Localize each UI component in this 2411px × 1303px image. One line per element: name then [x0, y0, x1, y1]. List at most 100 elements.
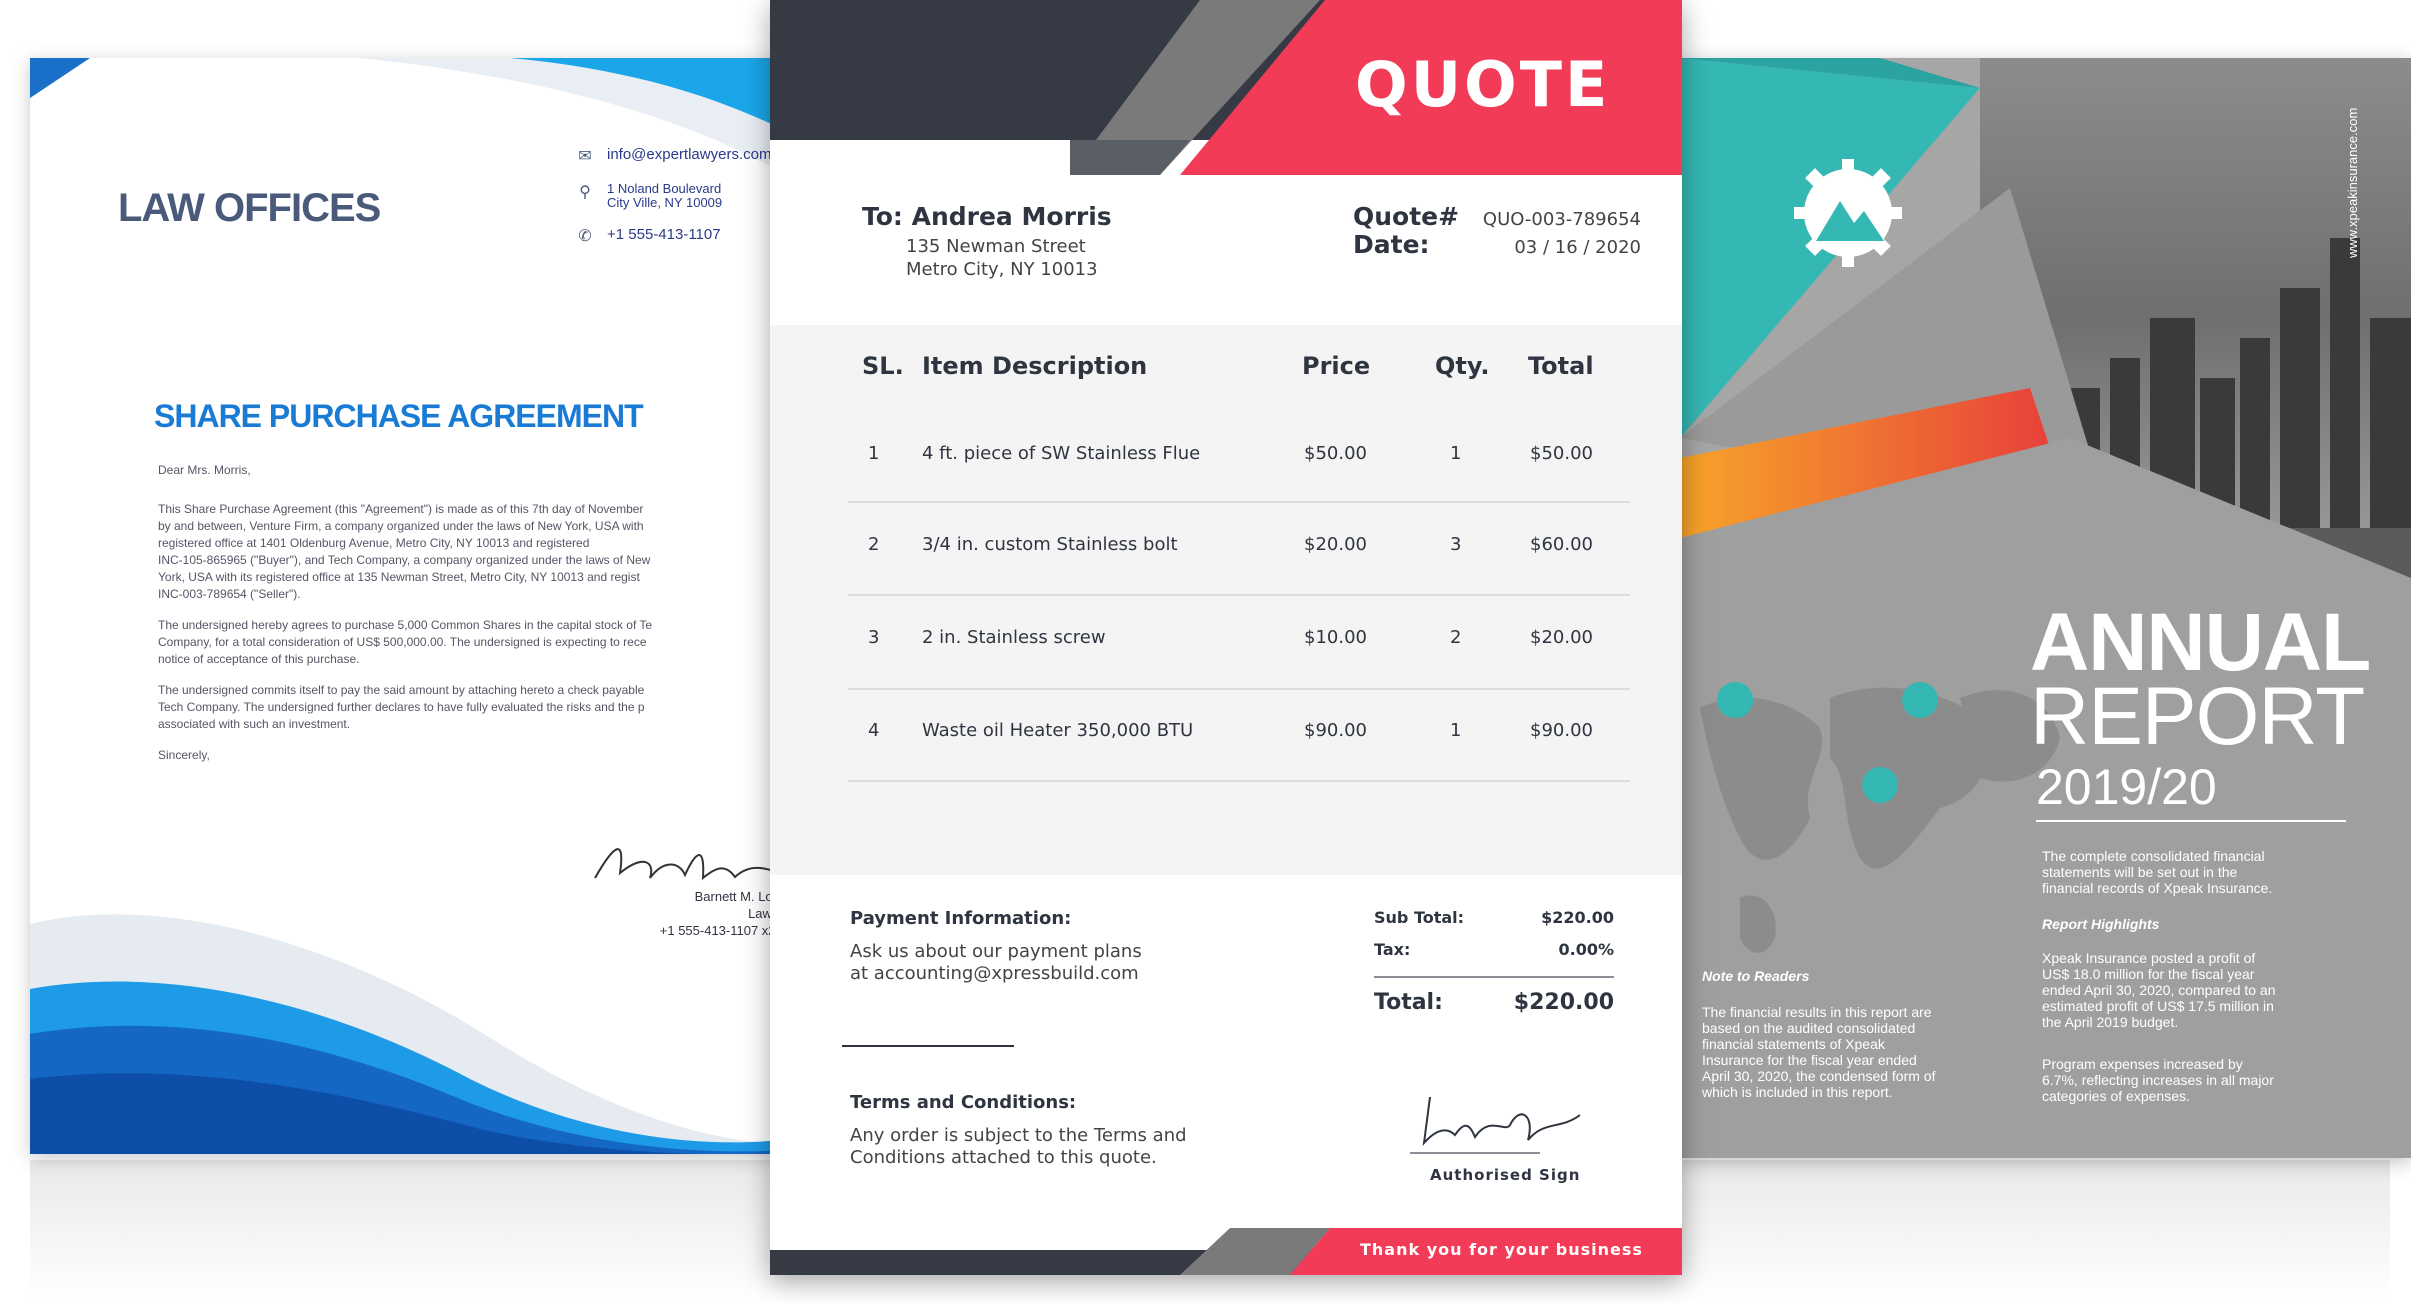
header-price: Price — [1302, 352, 1371, 380]
law-phone: +1 555-413-1107 — [607, 226, 721, 243]
paragraph-2-line: The undersigned hereby agrees to purchas… — [158, 618, 653, 632]
row-divider — [848, 501, 1630, 503]
paragraph-2-line: Company, for a total consideration of US… — [158, 635, 647, 649]
section-divider — [842, 1045, 1014, 1047]
paragraph-2-line: notice of acceptance of this purchase. — [158, 652, 360, 666]
terms-block: Terms and Conditions: Any order is subje… — [850, 1092, 1187, 1169]
closing: Sincerely, — [158, 748, 210, 762]
subtotal-value: $220.00 — [1541, 908, 1614, 927]
total-value: $220.00 — [1513, 990, 1614, 1015]
row-description: Waste oil Heater 350,000 BTU — [922, 720, 1194, 741]
readers-heading: Note to Readers — [1702, 968, 1810, 984]
paragraph-1-line: INC-003-789654 ("Seller"). — [158, 587, 301, 601]
payment-email: at accounting@xpressbuild.com — [850, 963, 1139, 984]
highlight-2: Program expenses increased by 6.7%, refl… — [2042, 1056, 2274, 1104]
row-qty: 1 — [1450, 720, 1462, 741]
law-email: info@expertlawyers.com — [607, 146, 772, 163]
letter-body: Dear Mrs. Morris, This Share Purchase Ag… — [158, 462, 790, 778]
envelope-icon: ✉ — [578, 148, 592, 165]
footer-thanks: Thank you for your business — [1360, 1240, 1643, 1259]
intro-line: statements will be set out in the — [2042, 864, 2238, 880]
table-row: 4 Waste oil Heater 350,000 BTU $90.00 1 … — [770, 720, 1682, 750]
highlight-line: US$ 18.0 million for the fiscal year — [2042, 966, 2255, 982]
row-description: 4 ft. piece of SW Stainless Flue — [922, 443, 1201, 464]
paragraph-3: The undersigned commits itself to pay th… — [158, 682, 790, 733]
quote-number-label: Quote# — [1353, 202, 1460, 231]
row-divider — [848, 688, 1630, 690]
paragraph-3-line: associated with such an investment. — [158, 717, 351, 731]
authorised-sign-label: Authorised Sign — [1430, 1166, 1581, 1184]
date-label: Date: — [1353, 230, 1430, 259]
row-price: $20.00 — [1304, 534, 1367, 555]
table-row: 1 4 ft. piece of SW Stainless Flue $50.0… — [770, 443, 1682, 473]
highlight-line: categories of expenses. — [2042, 1088, 2190, 1104]
highlight-1: Xpeak Insurance posted a profit of US$ 1… — [2042, 950, 2276, 1030]
terms-line: Conditions attached to this quote. — [850, 1147, 1157, 1168]
header-description: Item Description — [922, 352, 1148, 380]
table-row: 2 3/4 in. custom Stainless bolt $20.00 3… — [770, 534, 1682, 564]
row-sl: 2 — [868, 534, 880, 555]
readers-line: The financial results in this report are — [1702, 1004, 1932, 1020]
signer-phone: +1 555-413-1107 x207 — [659, 923, 790, 938]
gear-mountain-icon — [1794, 159, 1902, 267]
tax-value: 0.00% — [1558, 940, 1614, 959]
readers-line: which is included in this report. — [1702, 1084, 1893, 1100]
header-total: Total — [1528, 352, 1594, 380]
subtotal-label: Sub Total: — [1374, 908, 1465, 927]
law-address-line1: 1 Noland Boulevard — [607, 181, 722, 196]
signer-name: Barnett M. Louie — [694, 889, 790, 904]
terms-line: Any order is subject to the Terms and — [850, 1125, 1187, 1146]
title-rule — [2036, 820, 2346, 822]
header-qty: Qty. — [1435, 352, 1490, 380]
payment-info: Payment Information: Ask us about our pa… — [850, 908, 1142, 985]
paragraph-1-line: INC-105-865965 ("Buyer"), and Tech Compa… — [158, 553, 651, 567]
highlight-line: 6.7%, reflecting increases in all major — [2042, 1072, 2274, 1088]
annual-url: www.xpeakinsurance.com — [2345, 107, 2360, 258]
highlight-line: ended April 30, 2020, compared to an — [2042, 982, 2276, 998]
authorised-signature — [1422, 1096, 1581, 1147]
row-total: $50.00 — [1530, 443, 1593, 464]
paragraph-3-line: Tech Company. The undersigned further de… — [158, 700, 645, 714]
highlights-heading: Report Highlights — [2042, 916, 2160, 932]
quote-title: QUOTE — [1355, 48, 1611, 121]
row-sl: 1 — [868, 443, 880, 464]
paragraph-1-line: by and between, Venture Firm, a company … — [158, 519, 644, 533]
row-divider — [848, 780, 1630, 782]
highlight-line: Program expenses increased by — [2042, 1056, 2243, 1072]
row-sl: 3 — [868, 627, 880, 648]
recipient-block: To: Andrea Morris 135 Newman Street Metr… — [862, 202, 1112, 281]
agreement-heading: SHARE PURCHASE AGREEMENT — [154, 398, 644, 434]
readers-line: financial statements of Xpeak — [1702, 1036, 1885, 1052]
intro-line: The complete consolidated financial — [2042, 848, 2265, 864]
lawyer-signature — [594, 848, 781, 881]
paragraph-1-line: This Share Purchase Agreement (this "Agr… — [158, 502, 644, 516]
total-label: Total: — [1374, 990, 1443, 1015]
row-description: 2 in. Stainless screw — [922, 627, 1106, 648]
readers-note: The financial results in this report are… — [1702, 1004, 1935, 1100]
totals-block: Sub Total: $220.00 Tax: 0.00% Total: $22… — [1374, 908, 1614, 1024]
payment-line: Ask us about our payment plans — [850, 941, 1142, 962]
readers-line: based on the audited consolidated — [1702, 1020, 1916, 1036]
paragraph-1: This Share Purchase Agreement (this "Agr… — [158, 501, 790, 603]
recipient-city: Metro City, NY 10013 — [906, 259, 1098, 280]
paragraph-3-line: The undersigned commits itself to pay th… — [158, 683, 645, 697]
signer-title: Lawyer — [590, 905, 790, 922]
row-qty: 3 — [1450, 534, 1462, 555]
payment-heading: Payment Information: — [850, 908, 1072, 929]
law-contact-block: ✉ info@expertlawyers.com ⚲ 1 Noland Boul… — [575, 146, 771, 262]
row-price: $50.00 — [1304, 443, 1367, 464]
quote-document: QUOTE To: Andrea Morris 135 Newman Stree… — [770, 0, 1682, 1275]
law-letter-document: LAW OFFICES ✉ info@expertlawyers.com ⚲ 1… — [30, 58, 790, 1154]
annual-year: 2019/20 — [2036, 759, 2217, 815]
items-table-background — [770, 325, 1682, 875]
terms-heading: Terms and Conditions: — [850, 1092, 1077, 1113]
totals-divider — [1374, 976, 1614, 978]
annual-title-line2: REPORT — [2030, 671, 2365, 762]
paragraph-1-line: registered office at 1401 Oldenburg Aven… — [158, 536, 590, 550]
highlight-line: the April 2019 budget. — [2042, 1014, 2179, 1030]
salutation: Dear Mrs. Morris, — [158, 463, 251, 477]
recipient-name: To: Andrea Morris — [862, 202, 1112, 231]
paragraph-1-line: York, USA with its registered office at … — [158, 570, 640, 584]
row-total: $60.00 — [1530, 534, 1593, 555]
annual-intro: The complete consolidated financial stat… — [2042, 848, 2272, 896]
